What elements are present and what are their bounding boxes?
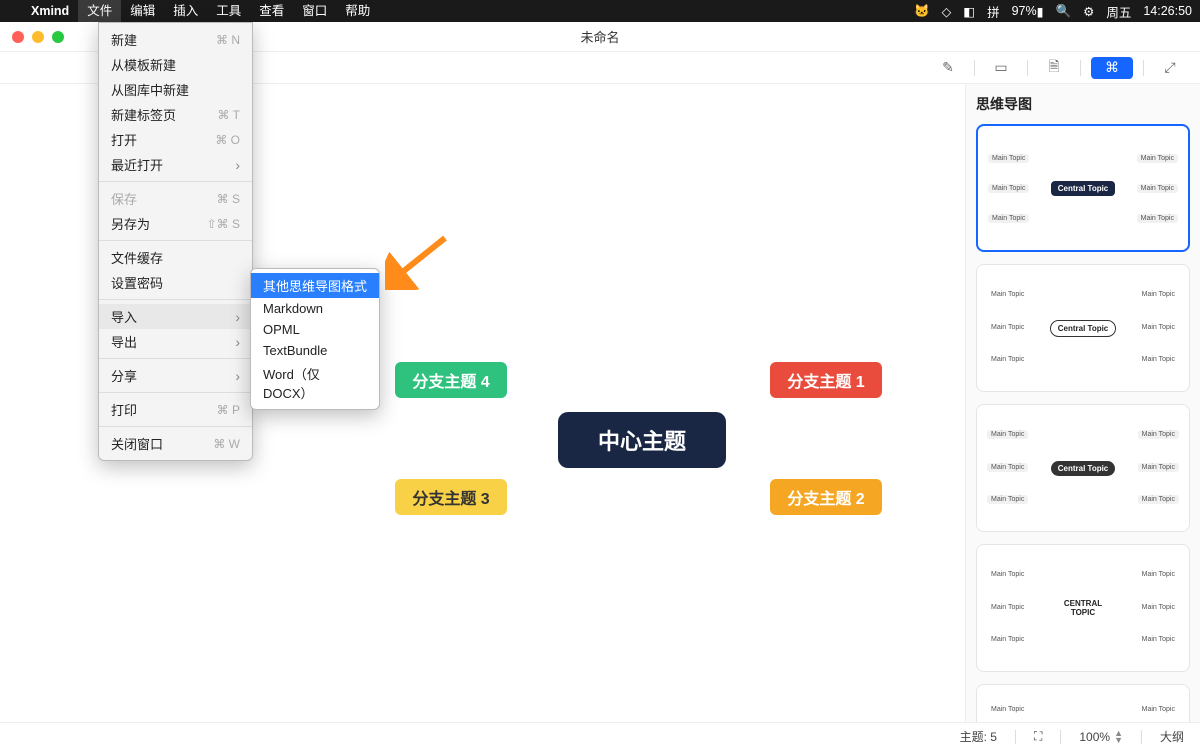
window-title: 未命名 <box>580 27 619 46</box>
menu-item-close-window[interactable]: 关闭窗口⌘ W <box>99 431 252 456</box>
status-topic-count: 主题: 5 <box>960 728 997 745</box>
menu-item-save: 保存⌘ S <box>99 186 252 211</box>
statusbar-search-icon[interactable]: 🔍 <box>1056 4 1072 19</box>
template-thumb-5[interactable]: Central Topic Main Topic Main Topic Main… <box>976 684 1190 722</box>
menu-window[interactable]: 窗口 <box>293 0 336 22</box>
minimize-window-icon[interactable] <box>32 31 44 43</box>
branch-topic-2[interactable]: 分支主题 2 <box>770 479 882 515</box>
central-topic-node[interactable]: 中心主题 <box>558 412 726 468</box>
statusbar-notification-icon[interactable]: ◧ <box>963 4 975 19</box>
branch-topic-1[interactable]: 分支主题 1 <box>770 362 882 398</box>
submenu-item-textbundle[interactable]: TextBundle <box>251 340 379 361</box>
menu-item-export[interactable]: 导出 <box>99 329 252 354</box>
template-sidebar: 思维导图 Central Topic Main Topic Main Topic… <box>965 84 1200 722</box>
apple-menu-icon[interactable] <box>8 0 22 22</box>
menu-item-print[interactable]: 打印⌘ P <box>99 397 252 422</box>
template-thumb-2[interactable]: Central Topic Main Topic Main Topic Main… <box>976 264 1190 392</box>
menu-insert[interactable]: 插入 <box>164 0 207 22</box>
status-outline-button[interactable]: 大纲 <box>1160 728 1184 745</box>
branch-topic-3[interactable]: 分支主题 3 <box>395 479 507 515</box>
template-thumb-4[interactable]: CENTRAL TOPIC Main Topic Main Topic Main… <box>976 544 1190 672</box>
template-thumb-3[interactable]: Central Topic Main Topic Main Topic Main… <box>976 404 1190 532</box>
menu-item-new-from-gallery[interactable]: 从图库中新建 <box>99 77 252 102</box>
menu-item-new-from-template[interactable]: 从模板新建 <box>99 52 252 77</box>
menu-item-save-as[interactable]: 另存为⇧⌘ S <box>99 211 252 236</box>
statusbar-day[interactable]: 周五 <box>1106 2 1131 21</box>
statusbar: 主题: 5 ⛶ 100%▲▼ 大纲 <box>0 722 1200 750</box>
sidebar-title: 思维导图 <box>976 94 1190 114</box>
toolbar-notes-icon[interactable]: 🗎 <box>1038 57 1070 79</box>
maximize-window-icon[interactable] <box>52 31 64 43</box>
status-map-icon[interactable]: ⛶ <box>1034 729 1042 744</box>
app-menu[interactable]: Xmind <box>22 0 78 22</box>
statusbar-cat-icon[interactable]: 🐱 <box>914 4 930 19</box>
menu-view[interactable]: 查看 <box>250 0 293 22</box>
menu-item-open[interactable]: 打开⌘ O <box>99 127 252 152</box>
statusbar-control-center-icon[interactable]: ⚙ <box>1083 4 1094 19</box>
menu-item-import[interactable]: 导入 <box>99 304 252 329</box>
submenu-item-word[interactable]: Word（仅 DOCX） <box>251 361 379 405</box>
menu-item-recent[interactable]: 最近打开 <box>99 152 252 177</box>
toolbar-present-icon[interactable]: ▭ <box>985 57 1017 79</box>
menu-item-share[interactable]: 分享 <box>99 363 252 388</box>
close-window-icon[interactable] <box>12 31 24 43</box>
status-zoom[interactable]: 100%▲▼ <box>1079 730 1123 744</box>
toolbar-structure-icon[interactable]: ⌘ <box>1091 57 1133 79</box>
macos-menubar: Xmind 文件 编辑 插入 工具 查看 窗口 帮助 🐱 ◇ ◧ 拼 97% ▮… <box>0 0 1200 22</box>
statusbar-time[interactable]: 14:26:50 <box>1143 4 1192 18</box>
import-submenu: 其他思维导图格式 Markdown OPML TextBundle Word（仅… <box>250 268 380 410</box>
annotation-arrow-icon <box>385 230 455 290</box>
statusbar-tag-icon[interactable]: ◇ <box>942 4 952 19</box>
statusbar-battery[interactable]: 97% ▮ <box>1012 4 1044 19</box>
menu-item-new[interactable]: 新建⌘ N <box>99 27 252 52</box>
menu-item-file-cache[interactable]: 文件缓存 <box>99 245 252 270</box>
menu-item-set-password[interactable]: 设置密码 <box>99 270 252 295</box>
menu-tools[interactable]: 工具 <box>207 0 250 22</box>
file-menu-dropdown: 新建⌘ N 从模板新建 从图库中新建 新建标签页⌘ T 打开⌘ O 最近打开 保… <box>98 22 253 461</box>
submenu-item-other-mindmap[interactable]: 其他思维导图格式 <box>251 273 379 298</box>
window-traffic-lights <box>0 31 64 43</box>
menu-item-new-tab[interactable]: 新建标签页⌘ T <box>99 102 252 127</box>
toolbar-format-icon[interactable]: ✎ <box>932 57 964 79</box>
statusbar-input-method[interactable]: 拼 <box>987 2 1000 21</box>
submenu-item-opml[interactable]: OPML <box>251 319 379 340</box>
branch-topic-4[interactable]: 分支主题 4 <box>395 362 507 398</box>
submenu-item-markdown[interactable]: Markdown <box>251 298 379 319</box>
menu-edit[interactable]: 编辑 <box>121 0 164 22</box>
menu-help[interactable]: 帮助 <box>336 0 379 22</box>
toolbar-share-icon[interactable]: ⤢ <box>1154 57 1186 79</box>
menu-file[interactable]: 文件 <box>78 0 121 22</box>
template-thumb-1[interactable]: Central Topic Main Topic Main Topic Main… <box>976 124 1190 252</box>
